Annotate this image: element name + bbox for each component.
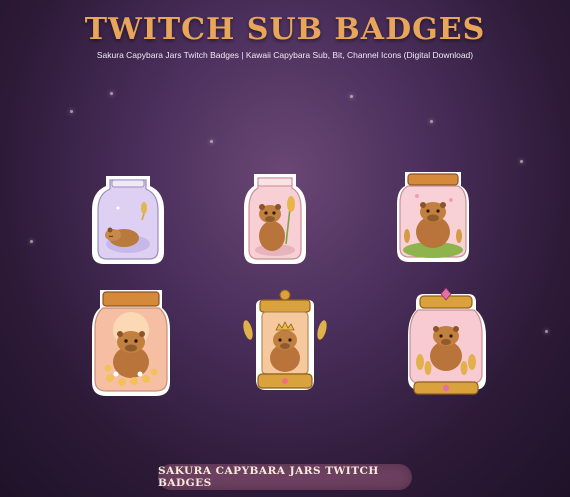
sparkle [430, 120, 433, 123]
pink-jar-capybara-grass-icon [397, 172, 469, 262]
lavender-jar-sleeping-capybara-icon [92, 176, 164, 264]
sparkle [350, 95, 353, 98]
sparkle [30, 240, 33, 243]
sparkle [70, 110, 73, 113]
sparkle [210, 140, 213, 143]
sparkle [545, 330, 548, 333]
sparkle [520, 160, 523, 163]
page-subtitle: Sakura Capybara Jars Twitch Badges | Kaw… [96, 50, 474, 60]
gold-jar-capybara-crown-icon [243, 289, 327, 390]
page-title: TWITCH SUB BADGES [84, 12, 486, 47]
listing-canvas: TWITCH SUB BADGES Sakura Capybara Jars T… [0, 0, 570, 497]
pink-jar-capybara-wheat-icon [244, 174, 306, 264]
pink-jar-capybara-flowers-icon [92, 290, 170, 396]
sparkle [110, 92, 113, 95]
ornate-gold-jar-capybara-gem-icon [408, 287, 486, 395]
footer-banner: SAKURA CAPYBARA JARS TWITCH BADGES [158, 464, 412, 490]
